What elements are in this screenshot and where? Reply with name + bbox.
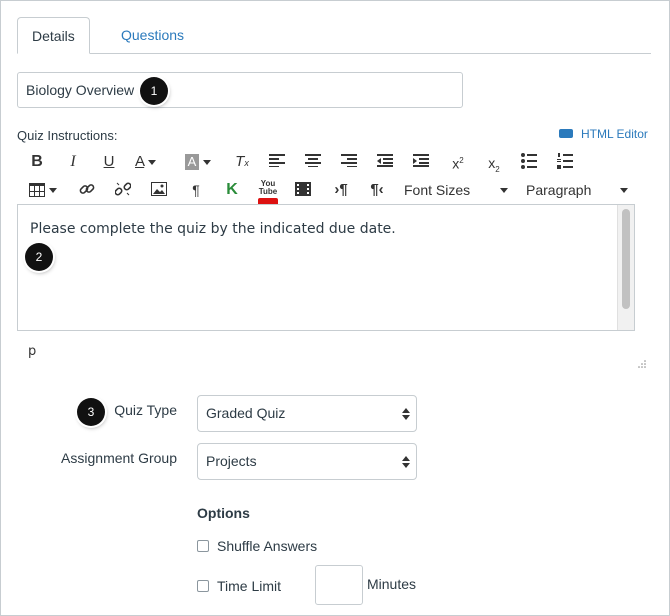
quiz-type-label: Quiz Type <box>114 402 177 418</box>
underline-icon[interactable]: U <box>101 152 117 172</box>
select-arrows-icon <box>402 456 410 468</box>
options-heading: Options <box>197 505 250 521</box>
unlink-icon[interactable] <box>115 181 133 201</box>
quiz-instructions-label: Quiz Instructions: <box>17 128 118 143</box>
scroll-thumb[interactable] <box>622 209 630 309</box>
align-center-icon[interactable] <box>305 153 323 173</box>
indent-icon[interactable] <box>413 153 431 173</box>
resize-handle-icon[interactable] <box>637 355 646 368</box>
background-color-icon[interactable]: A <box>185 152 221 172</box>
quiz-edit-panel: Details Questions Biology Overview 1 Qui… <box>0 0 670 616</box>
editor-scrollbar[interactable] <box>617 205 634 330</box>
minutes-label: Minutes <box>367 576 417 592</box>
kaltura-icon[interactable]: K <box>223 180 241 200</box>
keyboard-icon <box>559 129 573 139</box>
bold-icon[interactable]: B <box>29 152 45 172</box>
html-editor-link[interactable]: HTML Editor <box>559 127 648 141</box>
quiz-type-value: Graded Quiz <box>206 405 286 421</box>
assignment-group-label: Assignment Group <box>61 450 177 466</box>
media-icon[interactable] <box>295 182 313 202</box>
tab-details[interactable]: Details <box>17 17 90 54</box>
rtl-direction-icon[interactable]: ¶‹ <box>367 180 387 200</box>
rich-text-editor[interactable]: Please complete the quiz by the indicate… <box>17 204 635 331</box>
paragraph-format-dropdown[interactable]: Paragraph <box>526 180 630 200</box>
font-sizes-label: Font Sizes <box>404 182 471 198</box>
callout-badge-1: 1 <box>140 77 168 105</box>
shuffle-answers-label[interactable]: Shuffle Answers <box>217 538 317 554</box>
bullet-list-icon[interactable] <box>521 153 539 173</box>
chevron-down-icon <box>500 188 508 193</box>
image-icon[interactable] <box>151 182 169 202</box>
youtube-icon[interactable]: You Tube <box>257 180 279 206</box>
time-limit-label[interactable]: Time Limit <box>217 578 281 594</box>
editor-path-indicator: p <box>28 344 37 359</box>
table-icon[interactable] <box>29 180 63 200</box>
ltr-direction-icon[interactable]: ›¶ <box>331 180 351 200</box>
tab-questions[interactable]: Questions <box>107 17 198 53</box>
assignment-group-value: Projects <box>206 453 257 469</box>
quiz-title-input[interactable]: Biology Overview <box>17 72 463 108</box>
quiz-type-select[interactable]: Graded Quiz <box>197 395 417 432</box>
html-editor-label: HTML Editor <box>581 127 648 141</box>
align-left-icon[interactable] <box>269 153 287 173</box>
font-sizes-dropdown[interactable]: Font Sizes <box>404 180 510 200</box>
tab-bar: Details Questions <box>17 17 651 54</box>
text-color-icon[interactable]: A <box>135 152 171 172</box>
time-limit-checkbox[interactable] <box>197 580 209 592</box>
outdent-icon[interactable] <box>377 153 395 173</box>
numbered-list-icon[interactable] <box>557 153 575 173</box>
align-right-icon[interactable] <box>341 153 359 173</box>
paragraph-mark-icon[interactable]: ¶ <box>187 180 205 200</box>
assignment-group-select[interactable]: Projects <box>197 443 417 480</box>
time-limit-input[interactable] <box>315 565 363 605</box>
shuffle-answers-checkbox[interactable] <box>197 540 209 552</box>
callout-badge-2: 2 <box>25 243 53 271</box>
paragraph-label: Paragraph <box>526 182 592 198</box>
superscript-icon[interactable]: x2 <box>449 151 467 172</box>
select-arrows-icon <box>402 408 410 420</box>
editor-content[interactable]: Please complete the quiz by the indicate… <box>30 221 396 237</box>
italic-icon[interactable]: I <box>65 152 81 172</box>
chevron-down-icon <box>620 188 628 193</box>
clear-formatting-icon[interactable]: Tx <box>233 152 251 172</box>
subscript-icon[interactable]: x2 <box>485 153 503 174</box>
link-icon[interactable] <box>79 181 97 201</box>
